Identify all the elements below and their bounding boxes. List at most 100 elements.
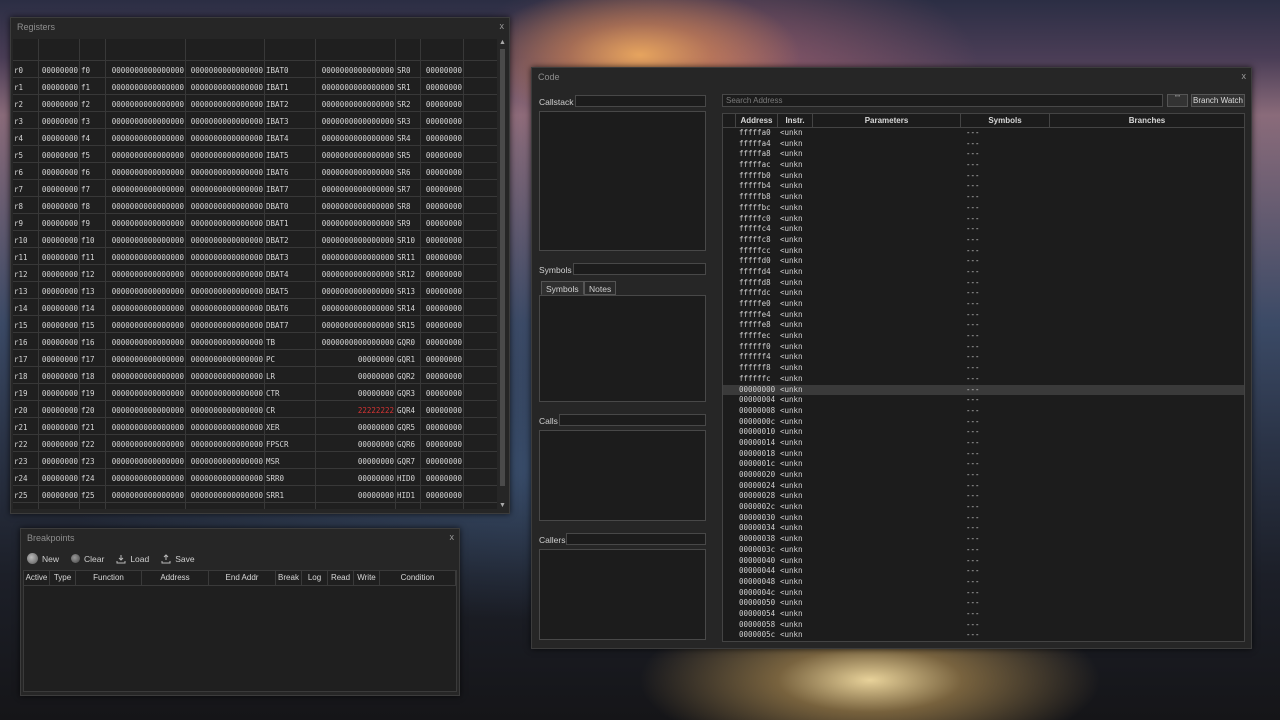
code-row[interactable]: fffffd8 <unkn ---	[723, 278, 1244, 289]
register-value[interactable]: 0000000000000000	[316, 299, 396, 315]
col-function[interactable]: Function	[76, 571, 142, 585]
register-value[interactable]: 00000000	[316, 469, 396, 485]
col-end-addr[interactable]: End Addr	[209, 571, 276, 585]
code-row[interactable]: fffffbc <unkn ---	[723, 203, 1244, 214]
code-row[interactable]: fffffdc <unkn ---	[723, 288, 1244, 299]
register-value[interactable]: 00000000	[421, 435, 464, 451]
code-row[interactable]: 00000054 <unkn ---	[723, 609, 1244, 620]
register-value[interactable]: 0000000000000000	[186, 129, 265, 145]
register-value[interactable]: 0000000000000000	[106, 418, 186, 434]
register-value[interactable]: 00000000	[421, 367, 464, 383]
register-value[interactable]: 00000000	[39, 401, 80, 417]
code-row[interactable]: fffffa8 <unkn ---	[723, 149, 1244, 160]
register-value[interactable]: 0000000000000000	[316, 112, 396, 128]
register-value[interactable]: 0000000000000000	[316, 316, 396, 332]
register-value[interactable]: 0000000000000000	[316, 265, 396, 281]
register-value[interactable]: 00000000	[421, 112, 464, 128]
register-value[interactable]: 0000000000000000	[186, 452, 265, 468]
register-value[interactable]: 0000000000000000	[106, 282, 186, 298]
code-row[interactable]: fffffc8 <unkn ---	[723, 235, 1244, 246]
register-value[interactable]: 00000000	[421, 231, 464, 247]
code-row[interactable]: 0000001c <unkn ---	[723, 459, 1244, 470]
register-value[interactable]: 00000000	[39, 78, 80, 94]
register-value[interactable]: 00000000	[316, 503, 396, 509]
register-value[interactable]: 0000000000000000	[186, 95, 265, 111]
quote-button[interactable]: ""	[1167, 94, 1188, 107]
register-value[interactable]: 0000000000000000	[316, 129, 396, 145]
register-value[interactable]: 00000000	[421, 503, 464, 509]
code-row[interactable]: 00000044 <unkn ---	[723, 566, 1244, 577]
col-break[interactable]: Break	[276, 571, 302, 585]
register-value[interactable]: 0000000000000000	[106, 231, 186, 247]
register-value[interactable]: 0000000000000000	[186, 214, 265, 230]
register-value[interactable]: 00000000	[421, 282, 464, 298]
code-row[interactable]: fffffe4 <unkn ---	[723, 310, 1244, 321]
register-value[interactable]: 0000000000000000	[106, 180, 186, 196]
register-value[interactable]: 0000000000000000	[186, 282, 265, 298]
col-instr[interactable]: Instr.	[778, 114, 813, 127]
register-value[interactable]: 0000000000000000	[186, 78, 265, 94]
register-value[interactable]: 00000000	[421, 418, 464, 434]
code-row[interactable]: ffffffc <unkn ---	[723, 374, 1244, 385]
register-value[interactable]: 0000000000000000	[106, 333, 186, 349]
code-row[interactable]: 00000030 <unkn ---	[723, 513, 1244, 524]
code-row[interactable]: fffffec <unkn ---	[723, 331, 1244, 342]
code-row[interactable]: 00000034 <unkn ---	[723, 523, 1244, 534]
register-value[interactable]: 0000000000000000	[106, 112, 186, 128]
register-value[interactable]: 00000000	[421, 78, 464, 94]
register-value[interactable]: 00000000	[39, 282, 80, 298]
register-value[interactable]: 00000000	[316, 435, 396, 451]
register-value[interactable]: 00000000	[316, 350, 396, 366]
code-close-button[interactable]: x	[1242, 71, 1247, 81]
code-row[interactable]: fffffb8 <unkn ---	[723, 192, 1244, 203]
col-read[interactable]: Read	[328, 571, 354, 585]
register-value[interactable]: 0000000000000000	[106, 78, 186, 94]
calls-filter-input[interactable]	[559, 414, 706, 426]
code-row[interactable]: ffffff0 <unkn ---	[723, 342, 1244, 353]
register-value[interactable]: 00000000	[39, 112, 80, 128]
code-row[interactable]: fffffd0 <unkn ---	[723, 256, 1244, 267]
register-value[interactable]: 0000000000000000	[106, 214, 186, 230]
code-row[interactable]: 00000004 <unkn ---	[723, 395, 1244, 406]
register-value[interactable]: 00000000	[421, 384, 464, 400]
register-value[interactable]: 0000000000000000	[316, 180, 396, 196]
register-value[interactable]: 0000000000000000	[316, 61, 396, 77]
register-value[interactable]: 0000000000000000	[186, 299, 265, 315]
register-value[interactable]: 00000000	[39, 146, 80, 162]
register-value[interactable]: 00000000	[316, 418, 396, 434]
register-value[interactable]: 00000000	[421, 129, 464, 145]
scroll-up-icon[interactable]: ▲	[499, 39, 506, 46]
code-row[interactable]: fffffe0 <unkn ---	[723, 299, 1244, 310]
register-value[interactable]: 0000000000000000	[186, 486, 265, 502]
register-value[interactable]: 0000000000000000	[106, 350, 186, 366]
col-write[interactable]: Write	[354, 571, 380, 585]
register-value[interactable]: 0000000000000000	[186, 61, 265, 77]
branch-watch-button[interactable]: Branch Watch	[1191, 94, 1245, 107]
register-value[interactable]: 0000000000000000	[186, 333, 265, 349]
register-value[interactable]: 00000000	[316, 384, 396, 400]
col-branches[interactable]: Branches	[1050, 114, 1244, 127]
code-row[interactable]: fffffb0 <unkn ---	[723, 171, 1244, 182]
register-value[interactable]: 0000000000000000	[186, 418, 265, 434]
register-value[interactable]: 0000000000000000	[186, 112, 265, 128]
code-row[interactable]: 0000005c <unkn ---	[723, 630, 1244, 641]
calls-list[interactable]	[539, 430, 706, 521]
register-value[interactable]: 0000000000000000	[106, 316, 186, 332]
register-value[interactable]: 00000000	[39, 95, 80, 111]
register-value[interactable]: 0000000000000000	[106, 163, 186, 179]
scroll-down-icon[interactable]: ▼	[499, 502, 506, 509]
code-row[interactable]: fffffc0 <unkn ---	[723, 214, 1244, 225]
register-value[interactable]: 00000000	[39, 265, 80, 281]
register-value[interactable]: 00000000	[39, 248, 80, 264]
code-row[interactable]: fffffac <unkn ---	[723, 160, 1244, 171]
register-value[interactable]: 0000000000000000	[106, 248, 186, 264]
register-value[interactable]: 0000000000000000	[106, 401, 186, 417]
col-active[interactable]: Active	[24, 571, 50, 585]
register-value[interactable]: 00000000	[39, 231, 80, 247]
register-value[interactable]: 00000000	[316, 486, 396, 502]
col-parameters[interactable]: Parameters	[813, 114, 961, 127]
register-value[interactable]: 00000000	[39, 367, 80, 383]
registers-close-button[interactable]: x	[500, 21, 505, 31]
register-value[interactable]: 00000000	[421, 180, 464, 196]
col-condition[interactable]: Condition	[380, 571, 456, 585]
